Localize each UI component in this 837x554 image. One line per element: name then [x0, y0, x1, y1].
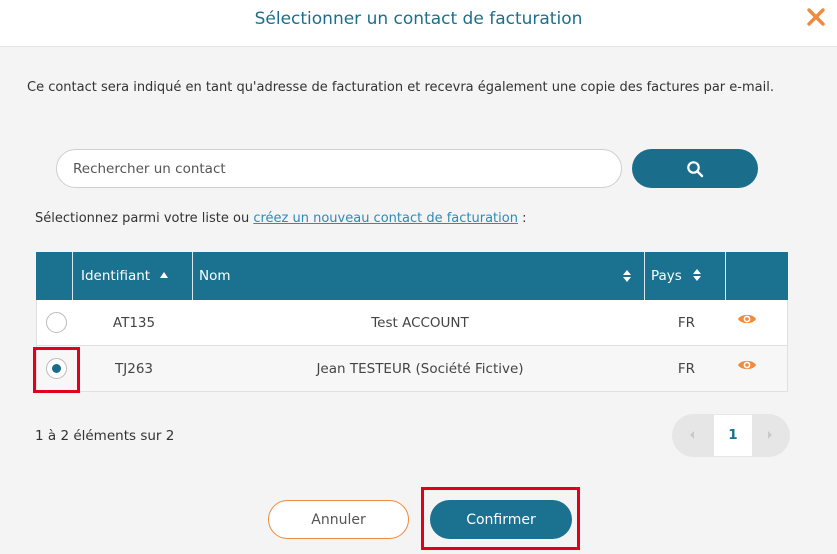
- chevron-right-icon[interactable]: [765, 428, 775, 442]
- modal-title: Sélectionner un contact de facturation: [254, 9, 583, 29]
- cell-pays: FR: [677, 315, 696, 331]
- cell-nom: Jean TESTEUR (Société Fictive): [316, 361, 524, 377]
- row-radio[interactable]: [46, 312, 67, 333]
- search-icon: [687, 160, 704, 177]
- sort-icon: [693, 269, 702, 281]
- create-contact-link[interactable]: créez un nouveau contact de facturation: [253, 211, 518, 226]
- table-header: Identifiant Nom Pays: [36, 252, 788, 300]
- modal-header: Sélectionner un contact de facturation: [0, 0, 837, 47]
- eye-icon[interactable]: [737, 312, 757, 326]
- description-text: Ce contact sera indiqué en tant qu'adres…: [27, 80, 774, 95]
- select-instruction: Sélectionnez parmi votre liste ou créez …: [35, 211, 527, 226]
- cell-pays: FR: [677, 361, 696, 377]
- page-current[interactable]: 1: [714, 415, 752, 456]
- table-row[interactable]: AT135 Test ACCOUNT FR: [36, 300, 788, 346]
- sort-ascending-icon: [160, 272, 169, 278]
- search-button[interactable]: [632, 149, 758, 188]
- close-icon[interactable]: [805, 6, 827, 28]
- search-input[interactable]: [56, 149, 622, 188]
- chevron-left-icon[interactable]: [687, 428, 697, 442]
- highlight-box: [421, 487, 580, 550]
- header-nom[interactable]: Nom: [193, 252, 645, 300]
- item-count: 1 à 2 éléments sur 2: [35, 428, 175, 444]
- cell-nom: Test ACCOUNT: [371, 315, 469, 331]
- cancel-button[interactable]: Annuler: [268, 500, 409, 539]
- highlight-box: [33, 347, 80, 393]
- header-pays[interactable]: Pays: [645, 252, 726, 300]
- sort-icon: [623, 270, 631, 282]
- table-row[interactable]: TJ263 Jean TESTEUR (Société Fictive) FR: [36, 346, 788, 392]
- eye-icon[interactable]: [737, 358, 757, 372]
- cell-identifiant: TJ263: [115, 361, 153, 377]
- header-identifiant[interactable]: Identifiant: [73, 252, 193, 300]
- header-actions: [726, 252, 788, 300]
- pagination: 1: [672, 414, 790, 457]
- header-select-column: [36, 252, 73, 300]
- cell-identifiant: AT135: [112, 315, 156, 331]
